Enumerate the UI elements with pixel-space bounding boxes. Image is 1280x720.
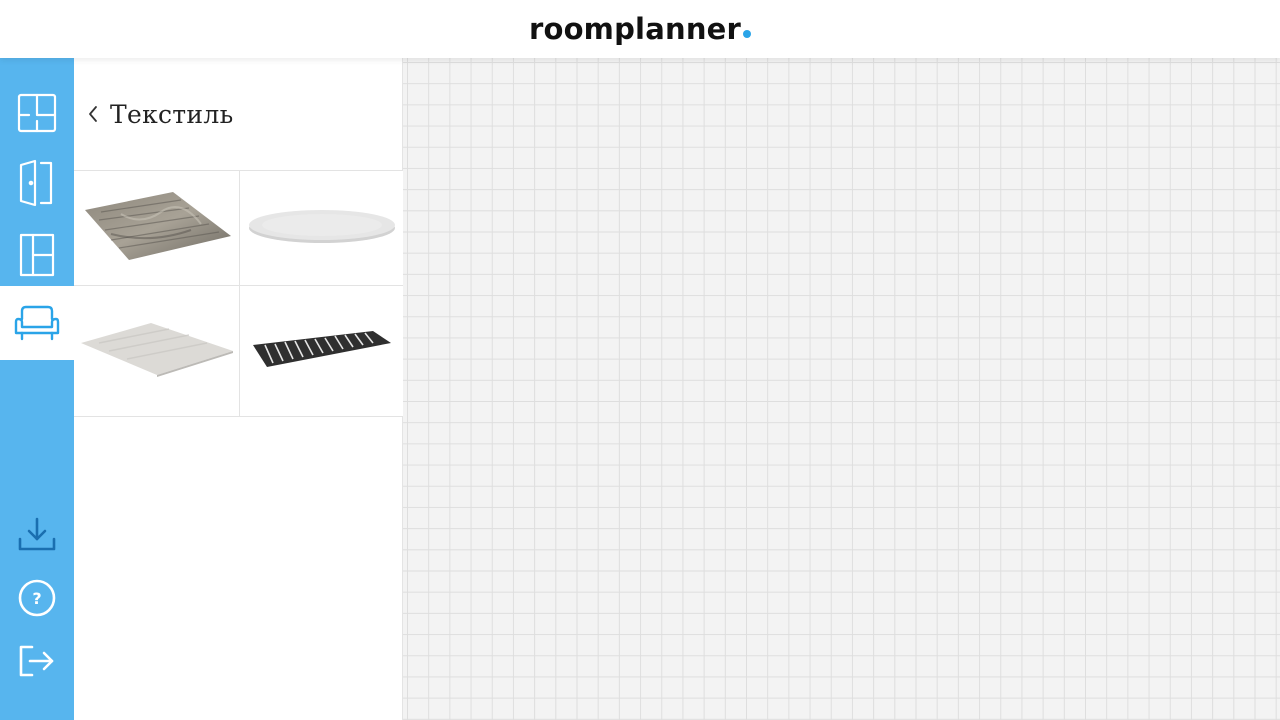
app-logo[interactable]: roomplanner	[528, 12, 752, 46]
floorplan-icon	[17, 93, 57, 133]
door-icon	[17, 159, 57, 207]
catalog-panel: Текстиль	[74, 58, 403, 720]
panel-title: Текстиль	[110, 99, 234, 129]
product-tile-rug-light-gray[interactable]	[74, 286, 240, 417]
product-tile-rug-dark-striped-runner[interactable]	[240, 286, 403, 417]
logout-icon	[18, 643, 56, 679]
back-button[interactable]: Текстиль	[88, 100, 233, 129]
download-icon	[18, 517, 56, 553]
floorplan-canvas[interactable]	[403, 58, 1280, 720]
rail-furniture-button[interactable]	[0, 286, 74, 360]
tool-rail: ?	[0, 58, 74, 720]
rug-thumbnail	[246, 206, 398, 250]
svg-text:?: ?	[32, 589, 41, 608]
rug-thumbnail	[79, 321, 235, 381]
panel-header: Текстиль	[74, 58, 402, 171]
logo-text: roomplanner	[528, 12, 742, 46]
app-header: roomplanner	[0, 0, 1280, 58]
help-icon: ?	[17, 578, 57, 618]
window-icon	[19, 233, 55, 277]
rail-rooms-button[interactable]	[0, 76, 74, 150]
logo-dot	[743, 30, 752, 38]
rug-thumbnail	[81, 190, 233, 266]
product-grid	[74, 171, 403, 417]
rail-windows-button[interactable]	[0, 218, 74, 292]
app-root: roomplanner ? Текстиль	[0, 0, 1280, 720]
product-tile-rug-gray-distressed[interactable]	[74, 171, 240, 286]
rail-exit-button[interactable]	[0, 624, 74, 698]
product-tile-rug-round-white[interactable]	[240, 171, 403, 286]
rail-doors-button[interactable]	[0, 146, 74, 220]
armchair-icon	[14, 303, 60, 343]
rug-thumbnail	[251, 329, 393, 373]
chevron-left-icon	[88, 105, 110, 123]
